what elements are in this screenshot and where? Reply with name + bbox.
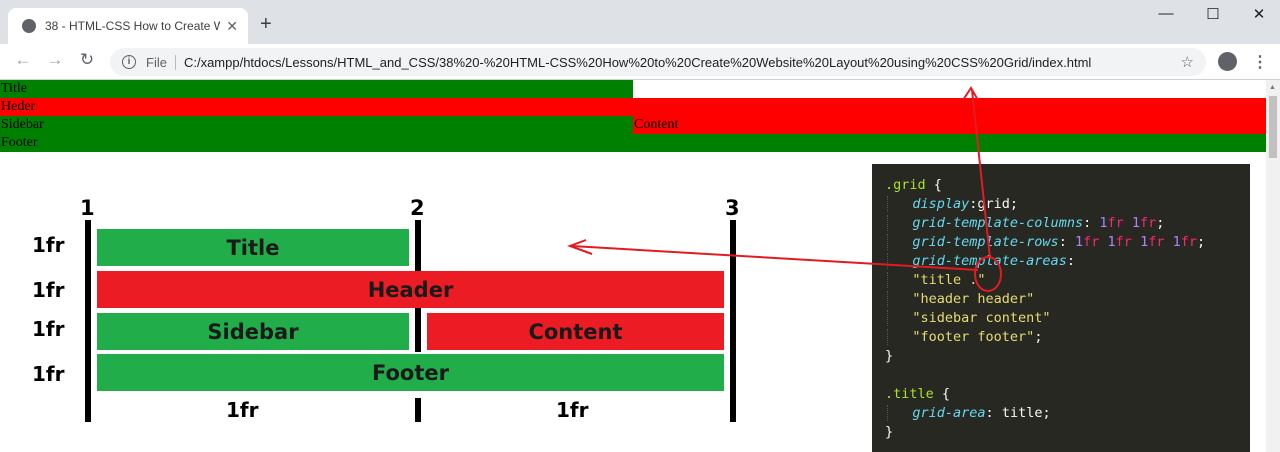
tab-close-icon[interactable]: ✕: [226, 18, 238, 35]
tab-title: 38 - HTML-CSS How to Create W: [45, 19, 221, 33]
grid-line-3: [730, 220, 736, 422]
code-line-3: grid-template-columns: 1fr 1fr;: [872, 214, 1250, 233]
globe-icon: [22, 19, 36, 33]
star-icon[interactable]: ☆: [1181, 53, 1194, 71]
row-size-label-2: 1fr: [32, 278, 65, 302]
row-size-label-1: 1fr: [32, 233, 65, 257]
code-line-8: "sidebar content": [872, 309, 1250, 328]
grid-line-1: [85, 220, 91, 422]
new-tab-button[interactable]: +: [260, 14, 272, 34]
code-line-2: display:grid;: [872, 195, 1250, 214]
code-line-13: grid-area: title;: [872, 404, 1250, 423]
diagram-content-cell: Content: [427, 313, 724, 350]
page-viewport: Title Heder Sidebar Content Footer 1 2 3…: [0, 80, 1266, 452]
diagram-title-cell: Title: [97, 229, 409, 266]
row-size-label-3: 1fr: [32, 317, 65, 341]
code-line-6: "title .": [872, 271, 1250, 290]
reload-icon[interactable]: ↻: [76, 50, 98, 70]
code-line-14: }: [885, 424, 894, 440]
profile-icon[interactable]: [1218, 52, 1237, 71]
grid-line-number-3: 3: [725, 196, 740, 220]
code-editor-panel: .grid { display:grid; grid-template-colu…: [872, 164, 1250, 452]
grid-line-number-2: 2: [410, 196, 425, 220]
tab-strip: 38 - HTML-CSS How to Create W ✕ + — ☐ ✕: [0, 0, 1280, 44]
code-line-9: "footer footer";: [872, 328, 1250, 347]
back-icon[interactable]: ←: [12, 50, 34, 70]
code-line-7: "header header": [872, 290, 1250, 309]
code-line-10: }: [885, 348, 894, 364]
menu-icon[interactable]: ⋮: [1252, 52, 1268, 72]
code-line-4: grid-template-rows: 1fr 1fr 1fr 1fr;: [872, 233, 1250, 252]
browser-toolbar: ← → ↻ i File C:/xampp/htdocs/Lessons/HTM…: [0, 44, 1280, 80]
close-icon[interactable]: ✕: [1249, 5, 1269, 23]
code-line-5: grid-template-areas:: [872, 252, 1250, 271]
scroll-up-icon[interactable]: ▲: [1269, 84, 1276, 91]
info-icon[interactable]: i: [122, 55, 136, 69]
diagram-sidebar-cell: Sidebar: [97, 313, 409, 350]
diagram-footer-cell: Footer: [97, 354, 724, 391]
scheme-label: File: [146, 54, 176, 70]
row-size-label-4: 1fr: [32, 362, 65, 386]
forward-icon[interactable]: →: [44, 50, 66, 70]
url-text[interactable]: C:/xampp/htdocs/Lessons/HTML_and_CSS/38%…: [184, 55, 1181, 70]
vertical-scrollbar[interactable]: ▲: [1266, 80, 1280, 452]
minimize-icon[interactable]: —: [1156, 5, 1176, 22]
code-line-12: .title {: [885, 386, 951, 402]
scroll-thumb[interactable]: [1269, 96, 1277, 158]
grid-line-number-1: 1: [80, 196, 95, 220]
code-line-1: .grid {: [885, 177, 942, 193]
browser-tab[interactable]: 38 - HTML-CSS How to Create W ✕: [8, 8, 248, 44]
column-size-label-1: 1fr: [226, 398, 259, 422]
address-bar[interactable]: i File C:/xampp/htdocs/Lessons/HTML_and_…: [110, 48, 1206, 76]
grid-line-2-bottom: [415, 398, 421, 422]
column-size-label-2: 1fr: [556, 398, 589, 422]
diagram-header-cell: Header: [97, 271, 724, 308]
maximize-icon[interactable]: ☐: [1203, 5, 1223, 23]
